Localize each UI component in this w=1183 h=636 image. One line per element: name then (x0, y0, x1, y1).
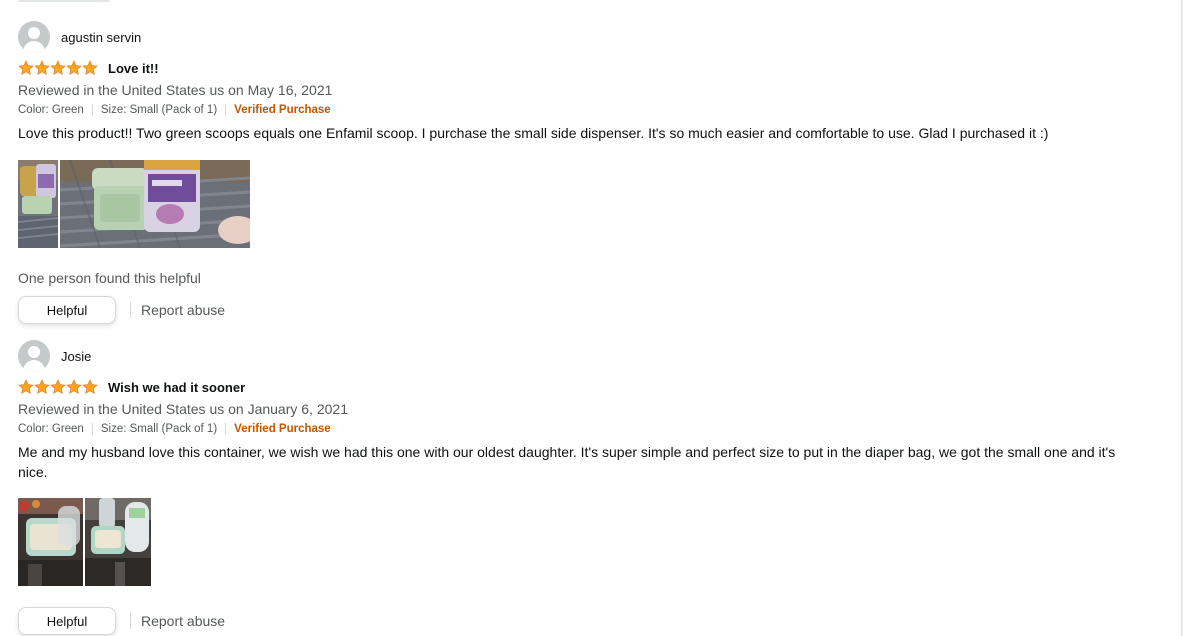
divider (225, 423, 227, 435)
review-card: Josie Wish we had it sooner Reviewed in … (18, 340, 1138, 635)
divider (225, 104, 227, 116)
report-abuse-link[interactable]: Report abuse (141, 302, 225, 318)
review-date: Reviewed in the United States us on Janu… (18, 401, 348, 417)
helpful-count: One person found this helpful (18, 270, 201, 286)
review-image[interactable] (85, 498, 151, 586)
reviewer-profile[interactable]: agustin servin (18, 21, 1138, 53)
size-variant[interactable]: Size: Small (Pack of 1) (101, 423, 217, 435)
star-icon (82, 60, 98, 75)
divider (130, 302, 131, 318)
star-icon (50, 379, 66, 394)
color-variant[interactable]: Color: Green (18, 423, 84, 435)
size-variant[interactable]: Size: Small (Pack of 1) (101, 104, 217, 116)
review-image[interactable] (18, 160, 58, 248)
review-body: Me and my husband love this container, w… (18, 444, 1116, 480)
star-icon (66, 60, 82, 75)
star-icon (66, 379, 82, 394)
reviewer-profile[interactable]: Josie (18, 340, 1138, 372)
review-images (18, 498, 1138, 586)
divider (91, 423, 93, 435)
reviewer-name[interactable]: agustin servin (61, 30, 141, 45)
review-title[interactable]: Love it!! (108, 61, 159, 76)
report-abuse-link[interactable]: Report abuse (141, 613, 225, 629)
verified-badge[interactable]: Verified Purchase (234, 104, 331, 116)
previous-helpful-button-edge (18, 0, 110, 2)
avatar[interactable] (18, 340, 50, 372)
divider (91, 104, 93, 116)
avatar[interactable] (18, 21, 50, 53)
star-icon (18, 60, 34, 75)
review-body: Love this product!! Two green scoops equ… (18, 125, 1049, 141)
star-icon (82, 379, 98, 394)
helpful-button[interactable]: Helpful (18, 607, 116, 635)
verified-badge[interactable]: Verified Purchase (234, 423, 331, 435)
reviewer-name[interactable]: Josie (61, 349, 91, 364)
divider (130, 613, 131, 629)
review-date: Reviewed in the United States us on May … (18, 82, 333, 98)
review-title[interactable]: Wish we had it sooner (108, 380, 245, 395)
star-rating[interactable] (18, 379, 98, 395)
review-images (18, 160, 1138, 248)
star-icon (18, 379, 34, 394)
variant-info: Color: Green Size: Small (Pack of 1) Ver… (18, 102, 1138, 118)
review-card: agustin servin Love it!! Reviewed in the… (18, 21, 1138, 324)
color-variant[interactable]: Color: Green (18, 104, 84, 116)
helpful-button[interactable]: Helpful (18, 296, 116, 324)
star-rating[interactable] (18, 60, 98, 76)
star-icon (50, 60, 66, 75)
variant-info: Color: Green Size: Small (Pack of 1) Ver… (18, 421, 1138, 437)
star-icon (34, 60, 50, 75)
review-image[interactable] (60, 160, 250, 248)
review-image[interactable] (18, 498, 83, 586)
star-icon (34, 379, 50, 394)
